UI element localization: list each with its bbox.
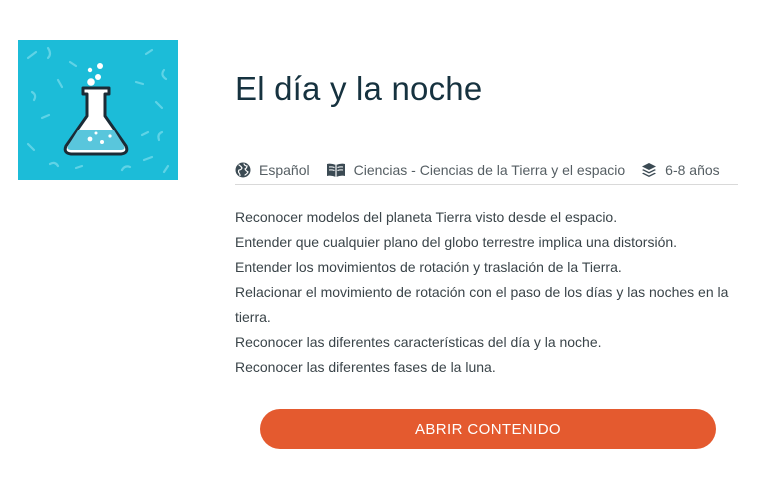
meta-subject: Ciencias - Ciencias de la Tierra y el es… — [326, 162, 626, 178]
objective-item: Entender que cualquier plano del globo t… — [235, 234, 678, 250]
objective-item: Reconocer las diferentes características… — [235, 334, 602, 350]
layers-icon — [641, 162, 657, 178]
flask-icon — [26, 46, 170, 174]
meta-age-label: 6-8 años — [665, 162, 720, 178]
globe-icon — [235, 162, 251, 178]
resource-thumbnail — [18, 40, 178, 180]
resource-title: El día y la noche — [235, 70, 483, 107]
meta-subject-label: Ciencias - Ciencias de la Tierra y el es… — [353, 162, 626, 178]
resource-card: El día y la noche Español Ciencias - Cie… — [0, 0, 776, 499]
objective-item: Reconocer modelos del planeta Tierra vis… — [235, 209, 618, 225]
meta-language-label: Español — [259, 162, 310, 178]
objective-item: Relacionar el movimiento de rotación con… — [235, 284, 729, 325]
book-icon — [326, 162, 346, 178]
objective-item: Reconocer las diferentes fases de la lun… — [235, 359, 496, 375]
open-content-button[interactable]: ABRIR CONTENIDO — [260, 409, 716, 449]
objectives-list: Reconocer modelos del planeta Tierra vis… — [235, 205, 735, 380]
objective-item: Entender los movimientos de rotación y t… — [235, 259, 622, 275]
meta-language: Español — [235, 162, 310, 178]
meta-age: 6-8 años — [641, 162, 720, 178]
resource-meta: Español Ciencias - Ciencias de la Tierra… — [235, 156, 738, 185]
